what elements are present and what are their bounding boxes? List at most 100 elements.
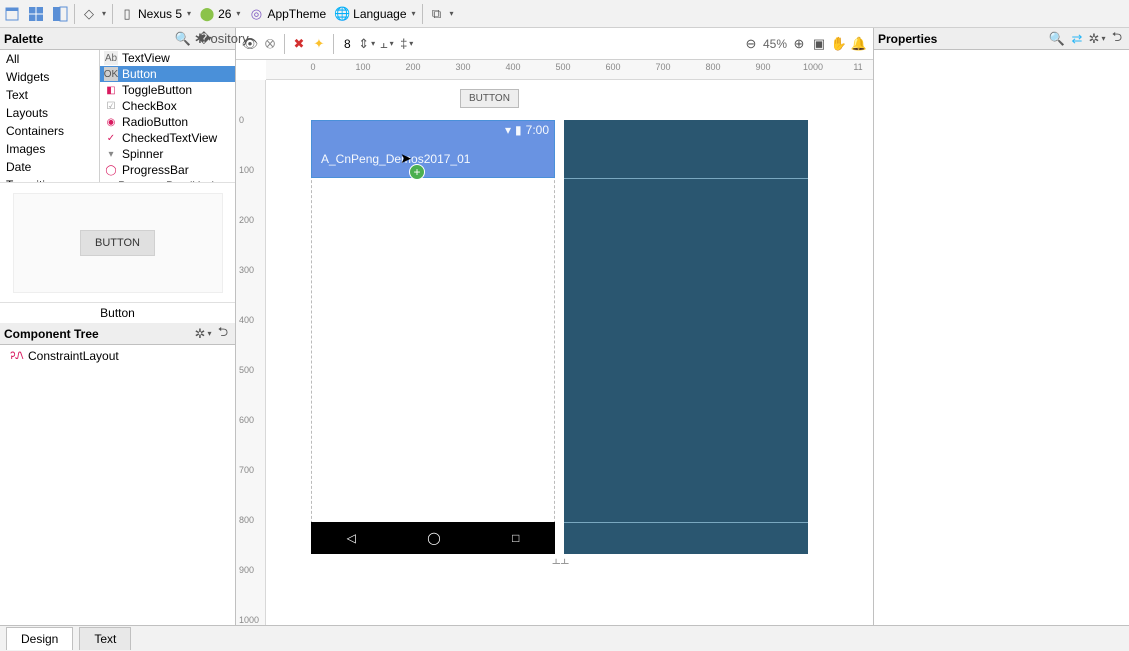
palette-item[interactable]: ▾Spinner — [100, 146, 235, 162]
collapse-icon[interactable]: ⮌ — [215, 326, 231, 342]
component-tree: ᎮᏁ ConstraintLayout — [0, 345, 235, 625]
progress-icon: ◯ — [104, 163, 118, 177]
palette-cat[interactable]: All — [0, 50, 99, 68]
orientation-dropdown[interactable]: ◇ — [77, 4, 110, 24]
design-toolbar: 👁 ⭙ ✖ ✦ 8 ⇕ ⫠ ‡ ⊖ 45% ⊕ ▣ ✋ 🔔 — [236, 28, 873, 60]
palette-cat[interactable]: Images — [0, 140, 99, 158]
palette-title: Palette — [4, 32, 171, 46]
palette-cat[interactable]: Widgets — [0, 68, 99, 86]
zoom-fit-icon[interactable]: ▣ — [811, 36, 827, 52]
zoom-out-icon[interactable]: ⊖ — [743, 36, 759, 52]
palette-items: AbTextView OKButton ◧ToggleButton ☑Check… — [100, 50, 235, 182]
align-dropdown[interactable]: ⫠ — [379, 36, 395, 52]
phone-icon: ▯ — [119, 6, 135, 22]
drag-tooltip: BUTTON — [460, 89, 519, 108]
constraint-layout-icon: ᎮᏁ — [10, 349, 24, 363]
orientation-icon: ◇ — [81, 6, 97, 22]
button-icon: OK — [104, 67, 118, 81]
designer-top-toolbar: ◇ ▯Nexus 5 ⬤26 ◎AppTheme 🌐Language ⧉ — [0, 0, 1129, 28]
android-icon: ⬤ — [199, 6, 215, 22]
device-navbar: ◁ ◯ □ — [311, 522, 555, 554]
ruler-horizontal: 0 100 200 300 400 500 600 700 800 900 10… — [266, 60, 873, 80]
view-mode-blueprint-icon[interactable] — [24, 4, 48, 24]
radio-icon: ◉ — [104, 115, 118, 129]
palette-item[interactable]: AbTextView — [100, 50, 235, 66]
properties-panel: Properties 🔍 ⇄ ✲ ⮌ — [873, 28, 1129, 625]
guideline-dropdown[interactable]: ‡ — [399, 36, 415, 52]
api-picker[interactable]: ⬤26 — [195, 4, 244, 24]
api-label: 26 — [218, 7, 231, 21]
palette-item[interactable]: OKButton — [100, 66, 235, 82]
properties-title: Properties — [878, 32, 1045, 46]
locale-label: Language — [353, 7, 406, 21]
preview-button-widget: BUTTON — [80, 230, 155, 256]
locale-picker[interactable]: 🌐Language — [330, 4, 419, 24]
device-label: Nexus 5 — [138, 7, 182, 21]
theme-icon: ◎ — [248, 6, 264, 22]
variant-picker[interactable]: ⧉ — [425, 4, 458, 24]
theme-label: AppTheme — [267, 7, 326, 21]
tree-item-root[interactable]: ᎮᏁ ConstraintLayout — [10, 349, 225, 363]
palette-item[interactable]: ◯ProgressBar — [100, 162, 235, 178]
view-mode-split-icon[interactable] — [48, 4, 72, 24]
preview-caption: Button — [0, 302, 235, 323]
collapse-icon[interactable]: ⮌ — [1109, 31, 1125, 47]
palette-cat[interactable]: Layouts — [0, 104, 99, 122]
search-icon[interactable]: 🔍 — [175, 31, 191, 47]
palette-item[interactable]: ✓CheckedTextView — [100, 130, 235, 146]
component-tree-title: Component Tree — [4, 327, 191, 341]
nav-home-icon: ◯ — [427, 531, 440, 545]
wifi-icon: ▾ — [505, 123, 511, 137]
nav-recent-icon: □ — [512, 531, 519, 545]
component-tree-header: Component Tree ✲ ⮌ — [0, 323, 235, 345]
margin-dropdown[interactable]: ⇕ — [359, 36, 375, 52]
collapse-icon[interactable]: �ository — [215, 31, 231, 47]
variant-icon: ⧉ — [429, 6, 445, 22]
swap-icon[interactable]: ⇄ — [1069, 31, 1085, 47]
editor-tabs: Design Text — [0, 625, 1129, 651]
palette-item[interactable]: ◉RadioButton — [100, 114, 235, 130]
device-time: 7:00 — [526, 123, 549, 137]
default-margin[interactable]: 8 — [340, 37, 355, 51]
battery-icon: ▮ — [515, 123, 522, 137]
palette-item[interactable]: ☑CheckBox — [100, 98, 235, 114]
blueprint-preview[interactable] — [564, 120, 808, 554]
palette-cat[interactable]: Containers — [0, 122, 99, 140]
tab-design[interactable]: Design — [6, 627, 73, 650]
palette-cat[interactable]: Date — [0, 158, 99, 176]
palette-preview: BUTTON — [0, 182, 235, 302]
eye-icon[interactable]: 👁 — [242, 36, 258, 52]
tree-item-label: ConstraintLayout — [28, 349, 119, 363]
nav-back-icon: ◁ — [347, 531, 356, 545]
app-title: A_CnPeng_Demos2017_01 — [321, 152, 470, 166]
ruler-vertical: 0 100 200 300 400 500 600 700 800 900 10… — [236, 80, 266, 625]
zoom-label: 45% — [763, 37, 787, 51]
textview-icon: Ab — [104, 51, 118, 65]
gear-icon[interactable]: ✲ — [195, 326, 211, 342]
design-canvas[interactable]: ▾ ▮ 7:00 A_CnPeng_Demos2017_01 ◁ ◯ □ ➤ + — [266, 80, 873, 625]
device-picker[interactable]: ▯Nexus 5 — [115, 4, 195, 24]
search-icon[interactable]: 🔍 — [1049, 31, 1065, 47]
spinner-icon: ▾ — [104, 147, 118, 161]
gear-icon[interactable]: ✲ — [1089, 31, 1105, 47]
palette-categories: All Widgets Text Layouts Containers Imag… — [0, 50, 100, 182]
palette-header: Palette 🔍 ✲ �ository — [0, 28, 235, 50]
view-mode-design-icon[interactable] — [0, 4, 24, 24]
device-preview[interactable]: ▾ ▮ 7:00 A_CnPeng_Demos2017_01 ◁ ◯ □ ➤ + — [311, 120, 555, 554]
tab-text[interactable]: Text — [79, 627, 131, 650]
zoom-in-icon[interactable]: ⊕ — [791, 36, 807, 52]
left-panel: Palette 🔍 ✲ �ository All Widgets Text La… — [0, 28, 236, 625]
checkbox-icon: ☑ — [104, 99, 118, 113]
palette-cat[interactable]: Text — [0, 86, 99, 104]
checkedtext-icon: ✓ — [104, 131, 118, 145]
theme-picker[interactable]: ◎AppTheme — [244, 4, 330, 24]
preview-surface: BUTTON — [13, 193, 223, 293]
infer-constraints-icon[interactable]: ✦ — [311, 36, 327, 52]
toggle-icon: ◧ — [104, 83, 118, 97]
magnet-icon[interactable]: ⭙ — [262, 36, 278, 52]
clear-constraints-icon[interactable]: ✖ — [291, 36, 307, 52]
pan-icon[interactable]: ✋ — [831, 36, 847, 52]
notifications-icon[interactable]: 🔔 — [851, 36, 867, 52]
design-canvas-area: 👁 ⭙ ✖ ✦ 8 ⇕ ⫠ ‡ ⊖ 45% ⊕ ▣ ✋ 🔔 0 100 200 … — [236, 28, 873, 625]
palette-item[interactable]: ◧ToggleButton — [100, 82, 235, 98]
